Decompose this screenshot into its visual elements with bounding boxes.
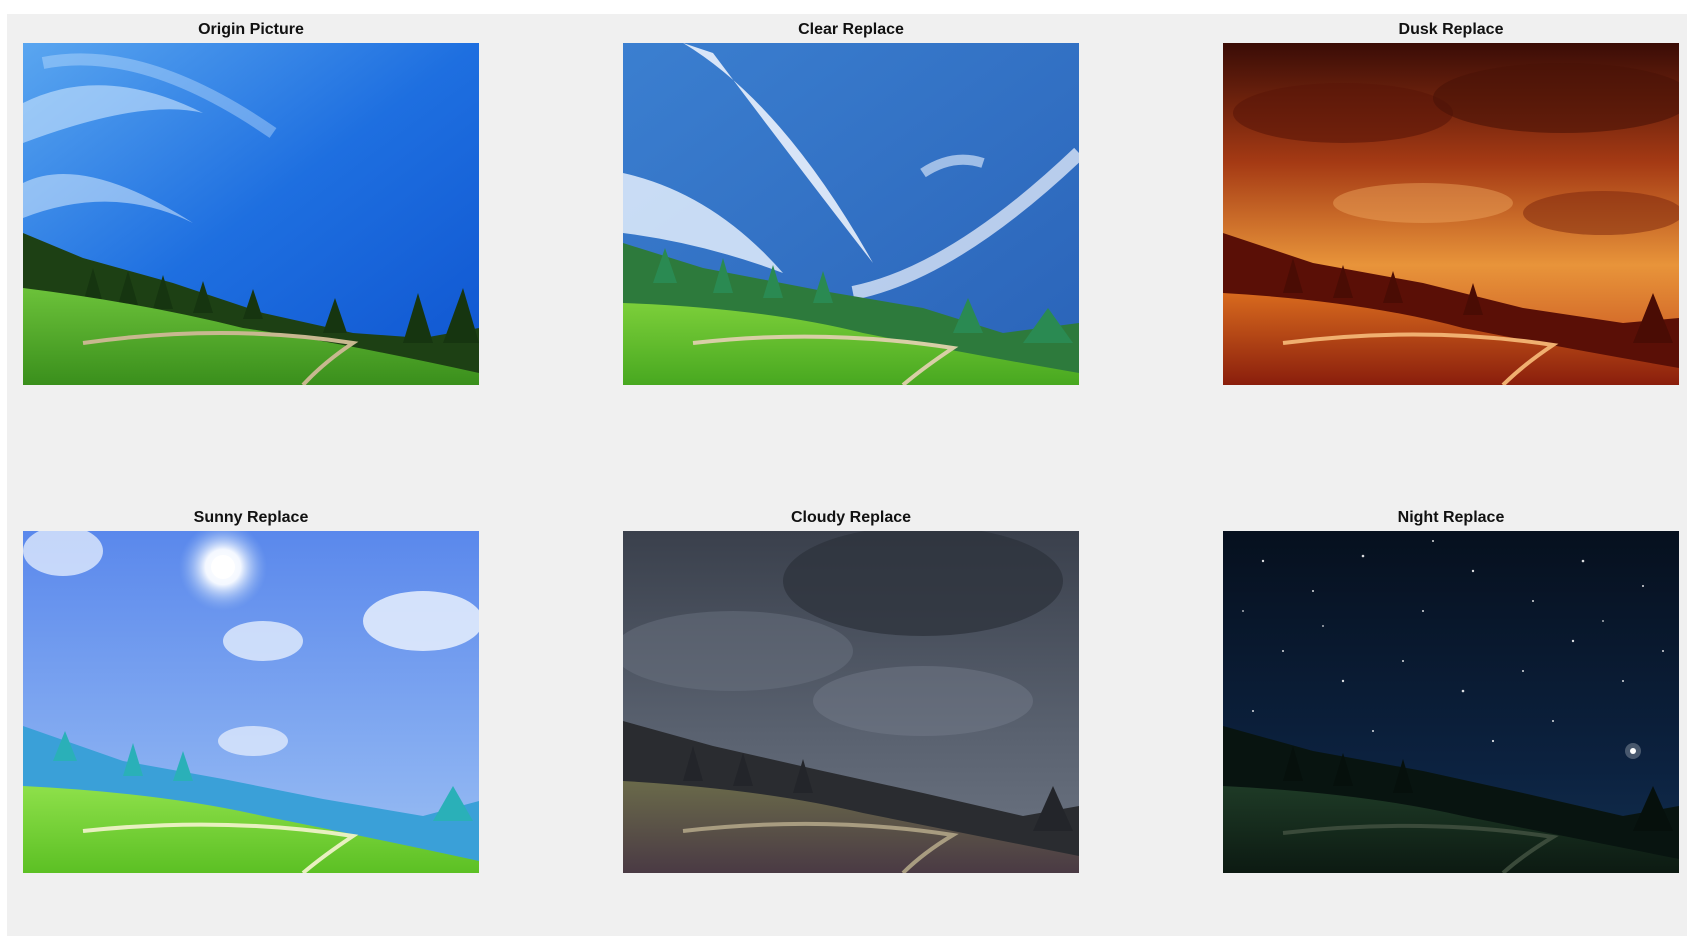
image-cloudy-replace [623, 531, 1079, 873]
image-origin-picture [23, 43, 479, 385]
image-clear-replace [623, 43, 1079, 385]
panel-title-origin: Origin Picture [198, 21, 304, 38]
panel-title-clear: Clear Replace [798, 21, 904, 38]
figure-window: Origin Picture Clear Replace Dusk Replac… [7, 14, 1687, 936]
panel-title-dusk: Dusk Replace [1398, 21, 1504, 38]
image-dusk-replace [1223, 43, 1679, 385]
panel-title-night: Night Replace [1397, 509, 1505, 526]
panel-title-cloudy: Cloudy Replace [790, 509, 912, 526]
image-night-replace [1223, 531, 1679, 873]
panel-title-sunny: Sunny Replace [193, 509, 309, 526]
image-sunny-replace [23, 531, 479, 873]
